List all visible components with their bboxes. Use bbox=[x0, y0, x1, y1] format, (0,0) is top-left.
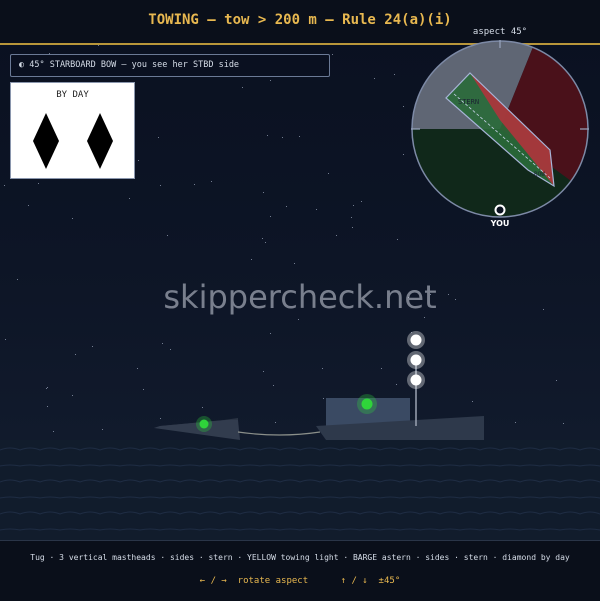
star bbox=[102, 429, 103, 430]
star bbox=[263, 192, 264, 193]
star bbox=[270, 216, 271, 217]
star bbox=[28, 205, 29, 206]
star bbox=[98, 45, 99, 46]
diamond-shape-icon bbox=[33, 113, 59, 169]
masthead-light-2 bbox=[410, 354, 422, 366]
star bbox=[353, 205, 354, 206]
you-label: YOU bbox=[490, 219, 510, 228]
star bbox=[374, 78, 375, 79]
star bbox=[46, 388, 47, 389]
masthead-light-3 bbox=[410, 374, 422, 386]
page-title: TOWING — tow > 200 m — Rule 24(a)(i) bbox=[148, 12, 452, 28]
star bbox=[351, 217, 352, 218]
star bbox=[194, 184, 195, 185]
day-shapes-card: BY DAY bbox=[10, 82, 135, 179]
star bbox=[424, 317, 425, 318]
star bbox=[286, 206, 287, 207]
star bbox=[53, 431, 54, 432]
observer-marker-icon[interactable] bbox=[494, 204, 506, 216]
wave-pattern bbox=[0, 447, 600, 531]
star bbox=[5, 339, 6, 340]
star bbox=[397, 239, 398, 240]
star bbox=[167, 235, 168, 236]
star bbox=[47, 387, 48, 388]
star bbox=[251, 259, 252, 260]
aspect-info-text: ◐ 45° STARBOARD BOW — you see her STBD s… bbox=[19, 60, 240, 70]
star bbox=[72, 218, 73, 219]
star bbox=[262, 238, 263, 239]
star bbox=[267, 135, 268, 136]
sea bbox=[0, 440, 600, 540]
star bbox=[556, 380, 557, 381]
aspect-dial[interactable]: STERN BOW YOU bbox=[408, 38, 592, 228]
star bbox=[92, 346, 93, 347]
tow-scene bbox=[154, 331, 484, 440]
star bbox=[282, 137, 283, 138]
masthead-light-1 bbox=[410, 334, 422, 346]
star bbox=[336, 235, 337, 236]
star bbox=[72, 395, 73, 396]
star bbox=[265, 242, 266, 243]
star bbox=[270, 80, 271, 81]
star bbox=[4, 185, 5, 186]
tow-line bbox=[237, 431, 321, 436]
bow-label: BOW bbox=[534, 171, 545, 178]
star bbox=[361, 201, 362, 202]
star bbox=[316, 209, 317, 210]
star bbox=[158, 137, 159, 138]
star bbox=[352, 227, 353, 228]
star bbox=[394, 74, 395, 75]
star bbox=[332, 54, 333, 55]
star bbox=[403, 154, 404, 155]
aspect-label: aspect 45° bbox=[472, 27, 528, 37]
tug-starboard-sidelight bbox=[361, 398, 373, 410]
diamond-shape-icon bbox=[87, 113, 113, 169]
star bbox=[403, 106, 404, 107]
star bbox=[137, 368, 138, 369]
star bbox=[242, 87, 243, 88]
barge-starboard-sidelight bbox=[199, 419, 209, 429]
stern-label: STERN bbox=[458, 98, 479, 106]
watermark: skippercheck.net bbox=[163, 278, 437, 316]
footer-bar: Tug · 3 vertical mastheads · sides · ste… bbox=[0, 540, 600, 601]
star bbox=[47, 406, 48, 407]
star bbox=[563, 423, 564, 424]
star bbox=[160, 185, 161, 186]
star bbox=[38, 183, 39, 184]
star bbox=[211, 181, 212, 182]
keyboard-hint: ← / → rotate aspect ↑ / ↓ ±45° bbox=[199, 576, 401, 586]
star bbox=[129, 198, 130, 199]
star bbox=[299, 136, 300, 137]
day-shapes-label: BY DAY bbox=[56, 90, 89, 100]
star bbox=[328, 173, 329, 174]
star bbox=[138, 160, 139, 161]
star bbox=[515, 422, 516, 423]
star bbox=[294, 263, 295, 264]
star bbox=[75, 354, 76, 355]
lights-legend: Tug · 3 vertical mastheads · sides · ste… bbox=[30, 553, 570, 562]
aspect-info-box: ◐ 45° STARBOARD BOW — you see her STBD s… bbox=[10, 54, 330, 77]
